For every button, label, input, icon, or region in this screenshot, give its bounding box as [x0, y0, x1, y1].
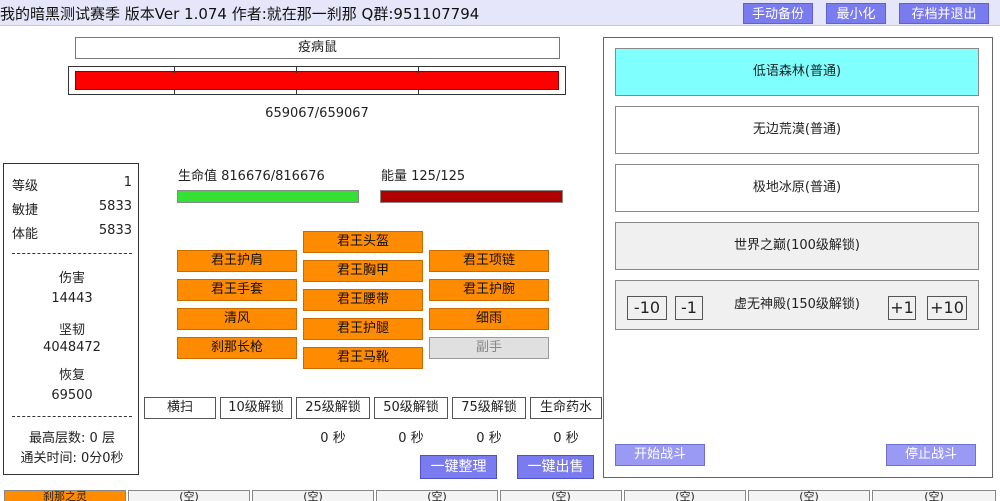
equip-chest[interactable]: 君王胸甲	[303, 260, 423, 282]
damage-label: 伤害	[58, 271, 85, 286]
equip-belt[interactable]: 君王腰带	[303, 289, 423, 311]
skill-slot[interactable]: 横扫	[144, 397, 216, 419]
stat-row-level: 等级 1	[12, 175, 132, 194]
equip-bracers[interactable]: 君王护腕	[429, 279, 549, 301]
title-bar: 我的暗黑测试赛季 版本Ver 1.074 作者:就在那一刹那 Q群:951107…	[0, 0, 1000, 26]
monster-hp-bar	[68, 66, 566, 95]
max-floor: 最高层数: 0 层	[29, 431, 115, 446]
divider	[12, 416, 132, 417]
monster-hp-fill	[75, 71, 559, 90]
window-title: 我的暗黑测试赛季 版本Ver 1.074 作者:就在那一刹那 Q群:951107…	[0, 5, 480, 23]
equip-ring[interactable]: 细雨	[429, 308, 549, 330]
stat-value: 5833	[98, 199, 132, 214]
toughness-label: 坚韧	[58, 323, 85, 338]
stat-label: 等级	[12, 179, 39, 194]
monster-hp-text: 659067/659067	[265, 106, 369, 121]
map-option[interactable]: 无边荒漠(普通)	[615, 106, 979, 154]
hero-energy-label: 能量 125/125	[381, 169, 466, 184]
manual-backup-button[interactable]: 手动备份	[743, 3, 813, 24]
stat-value: 5833	[98, 223, 132, 238]
equip-offhand[interactable]: 副手	[429, 337, 549, 359]
floor-stepper: -10 -1 虚无神殿(150级解锁) +1 +10	[615, 280, 979, 330]
equip-gloves[interactable]: 君王手套	[177, 279, 297, 301]
stats-panel: 等级 1 敏捷 5833 体能 5833 伤害 14443 坚韧 4048472…	[3, 163, 139, 475]
equip-helmet[interactable]: 君王头盔	[303, 231, 423, 253]
hero-hp-label: 生命值 816676/816676	[178, 169, 325, 184]
hp-tick	[296, 89, 297, 95]
map-option[interactable]: 极地冰原(普通)	[615, 164, 979, 212]
map-option[interactable]: 低语森林(普通)	[615, 48, 979, 96]
auto-sort-button[interactable]: 一键整理	[420, 455, 497, 479]
character-tab[interactable]: (空)	[748, 490, 870, 501]
hp-tick	[418, 66, 419, 73]
skill-slot[interactable]: 25级解锁	[296, 397, 370, 419]
character-tab[interactable]: (空)	[128, 490, 250, 501]
recovery-label: 恢复	[58, 368, 85, 383]
save-exit-button[interactable]: 存档并退出	[899, 3, 989, 24]
equip-necklace[interactable]: 君王项链	[429, 250, 549, 272]
hp-tick	[296, 66, 297, 73]
skill-slot[interactable]: 75级解锁	[452, 397, 526, 419]
minus-1-button[interactable]: -1	[675, 296, 703, 320]
potion-slot[interactable]: 生命药水	[530, 397, 602, 419]
equip-offhand-slot[interactable]: 清风	[177, 308, 297, 330]
stepper-label: 虚无神殿(150级解锁)	[734, 297, 860, 312]
stat-row-stamina: 体能 5833	[12, 223, 132, 242]
recovery-value: 69500	[51, 388, 93, 403]
character-tab[interactable]: (空)	[252, 490, 374, 501]
auto-sell-button[interactable]: 一键出售	[517, 455, 594, 479]
hero-hp-bar	[177, 190, 359, 203]
minus-10-button[interactable]: -10	[627, 296, 667, 320]
clear-time: 通关时间: 0分0秒	[20, 451, 124, 466]
skill-slot[interactable]: 10级解锁	[220, 397, 292, 419]
plus-10-button[interactable]: +10	[927, 296, 967, 320]
minimize-button[interactable]: 最小化	[826, 3, 886, 24]
skill-slot[interactable]: 50级解锁	[374, 397, 448, 419]
skill-cooldown: 0 秒	[398, 431, 424, 446]
character-tab[interactable]: 刹那之灵	[4, 490, 126, 501]
hero-energy-bar	[380, 190, 563, 203]
map-panel: 低语森林(普通) 无边荒漠(普通) 极地冰原(普通) 世界之巅(100级解锁) …	[603, 37, 993, 478]
stat-label: 体能	[12, 227, 39, 242]
toughness-value: 4048472	[43, 340, 101, 355]
start-battle-button[interactable]: 开始战斗	[615, 444, 705, 466]
equip-boots[interactable]: 君王马靴	[303, 347, 423, 369]
stat-row-agility: 敏捷 5833	[12, 199, 132, 218]
equip-legs[interactable]: 君王护腿	[303, 318, 423, 340]
potion-cooldown: 0 秒	[553, 431, 579, 446]
equip-shoulder[interactable]: 君王护肩	[177, 250, 297, 272]
hp-tick	[418, 89, 419, 95]
stat-label: 敏捷	[12, 203, 39, 218]
skill-cooldown: 0 秒	[476, 431, 502, 446]
character-tab[interactable]: (空)	[624, 490, 746, 501]
character-tab[interactable]: (空)	[500, 490, 622, 501]
character-tab[interactable]: (空)	[376, 490, 498, 501]
stat-value: 1	[123, 175, 132, 190]
skill-cooldown: 0 秒	[320, 431, 346, 446]
hp-tick	[174, 89, 175, 95]
equip-weapon[interactable]: 刹那长枪	[177, 337, 297, 359]
damage-value: 14443	[51, 291, 93, 306]
divider	[12, 253, 132, 254]
character-tab[interactable]: (空)	[872, 490, 996, 501]
map-option-locked[interactable]: 世界之巅(100级解锁)	[615, 222, 979, 270]
hp-tick	[174, 66, 175, 73]
stop-battle-button[interactable]: 停止战斗	[886, 444, 976, 466]
plus-1-button[interactable]: +1	[888, 296, 916, 320]
monster-name: 疫病鼠	[75, 37, 560, 59]
